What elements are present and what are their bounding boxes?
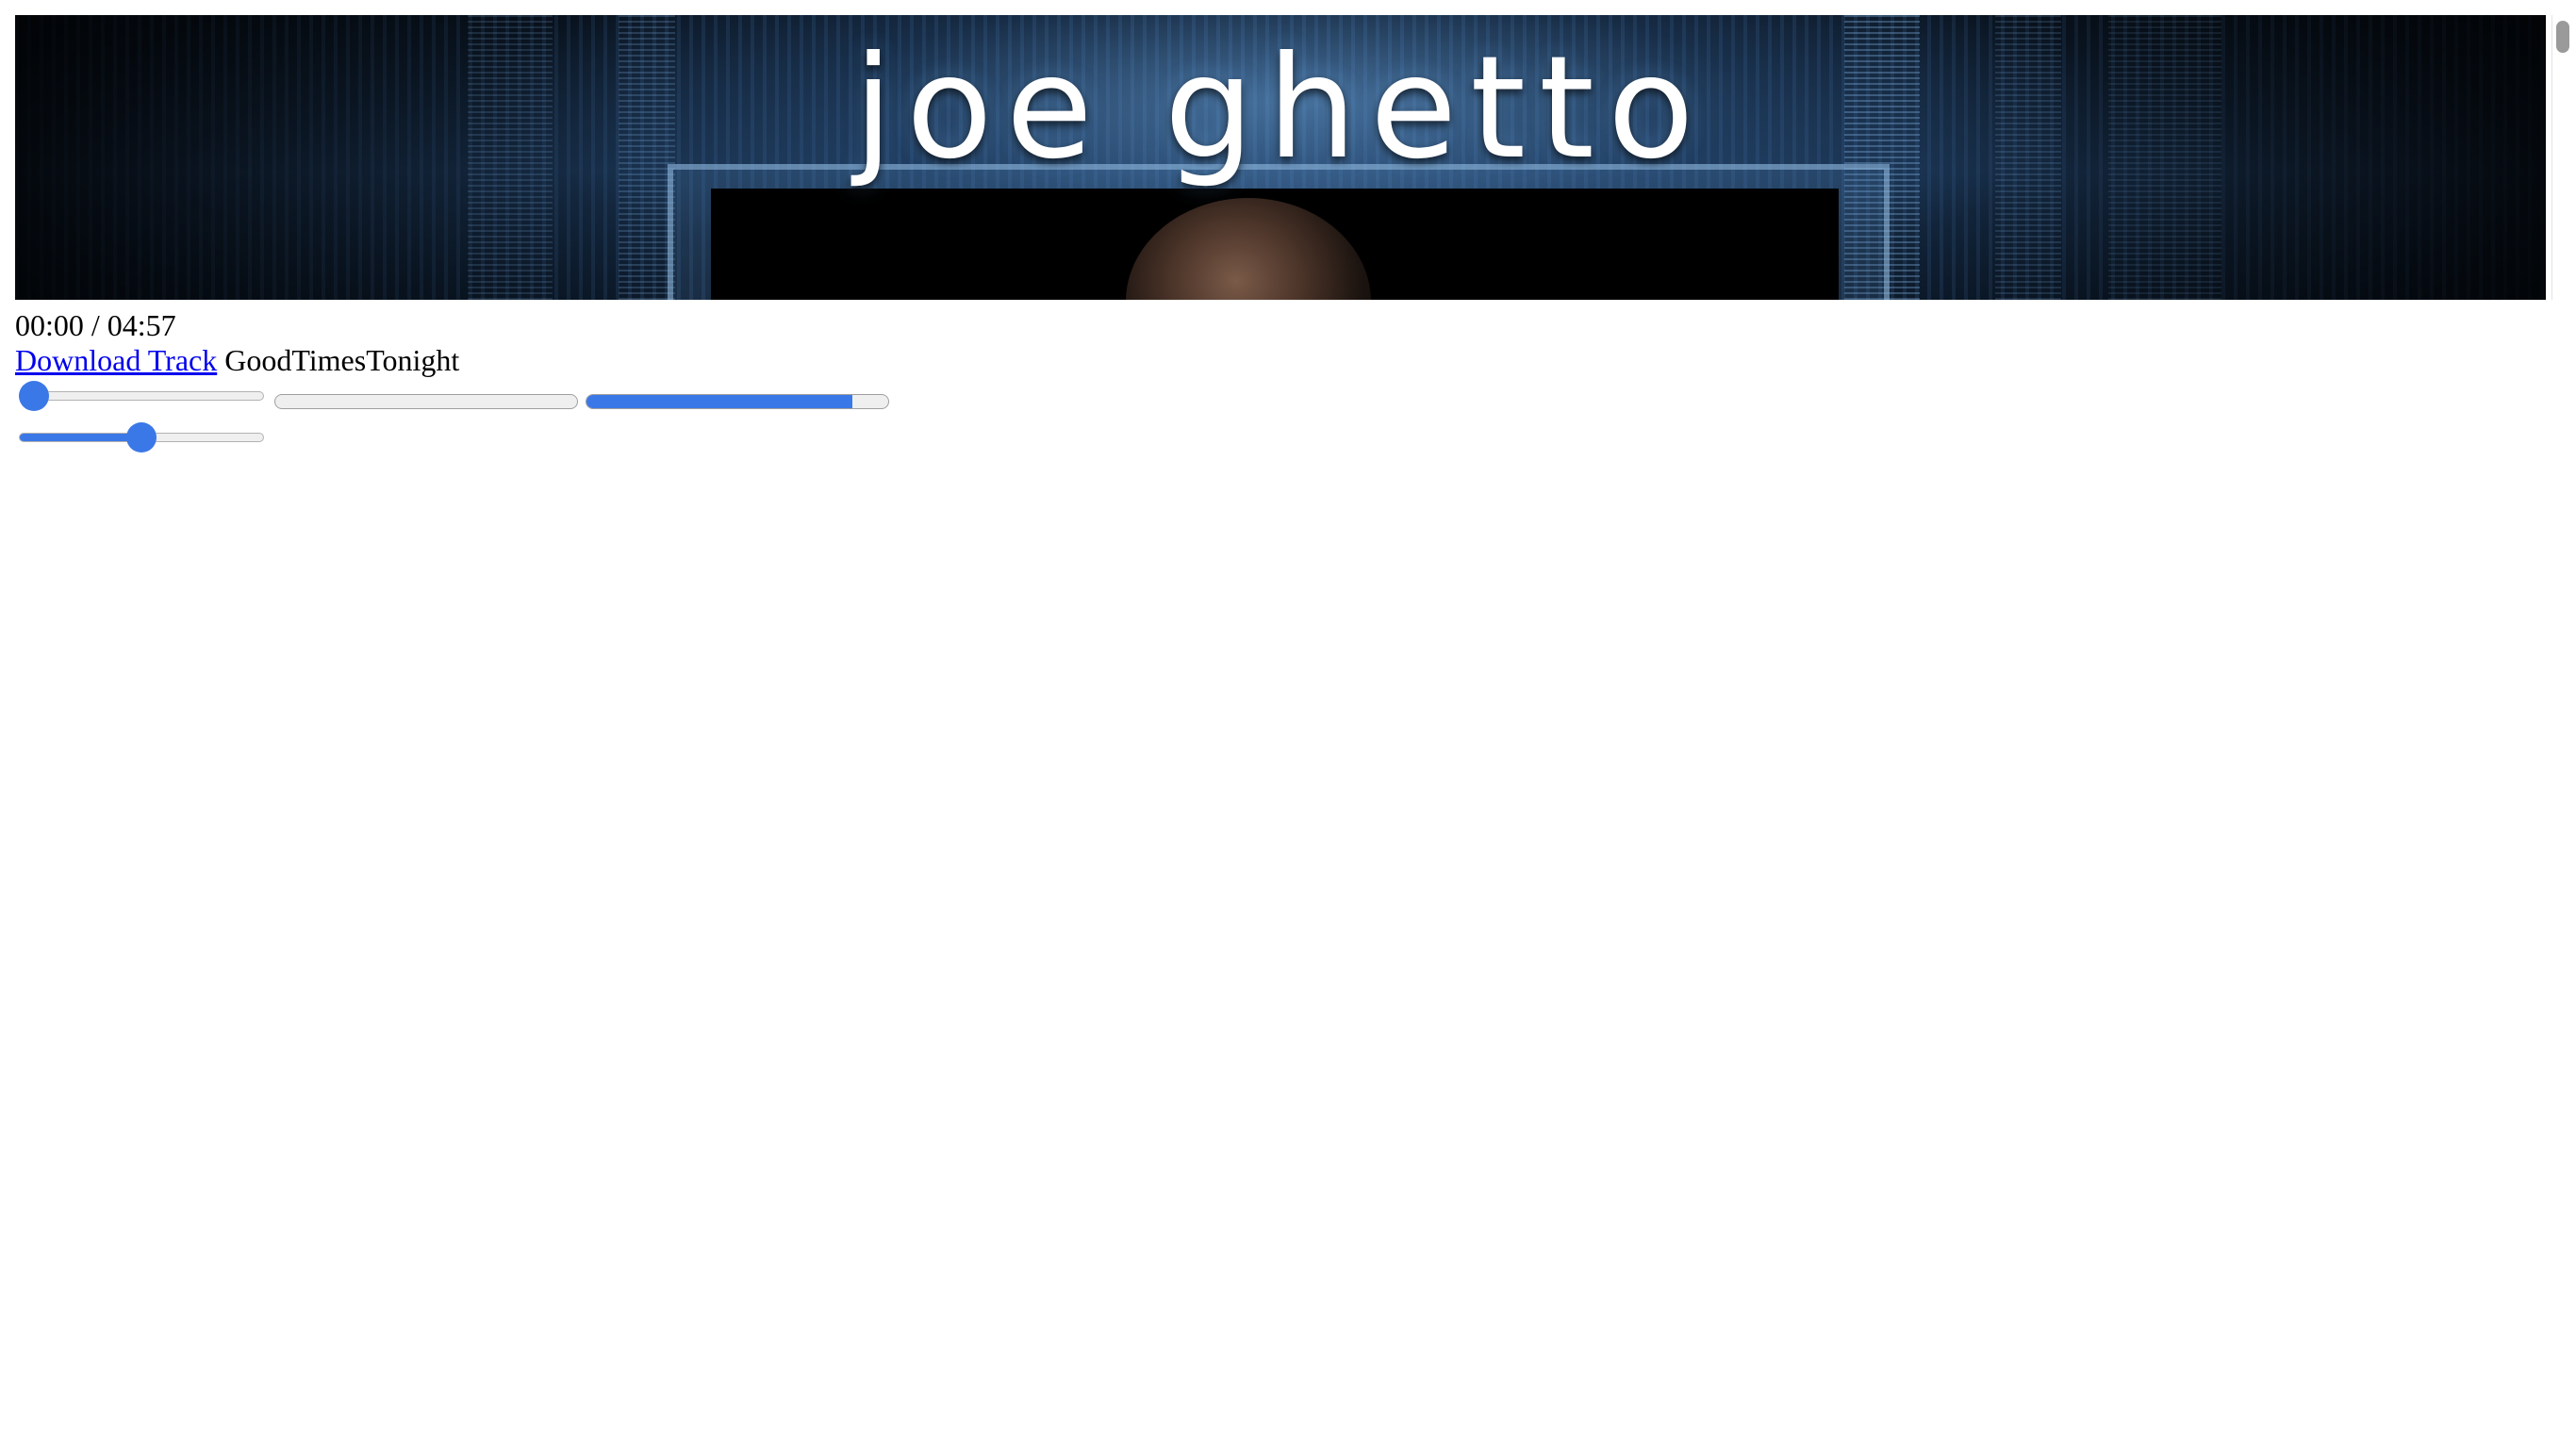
artist-portrait [1126, 198, 1371, 300]
volume-fill [20, 434, 141, 441]
seek-thumb[interactable] [19, 381, 49, 411]
download-track-link[interactable]: Download Track [15, 343, 217, 377]
seek-slider[interactable] [19, 381, 264, 411]
scrollbar-thumb[interactable] [2556, 21, 2569, 53]
volume-slider[interactable] [19, 422, 264, 452]
banner-scrollbar[interactable] [2551, 15, 2573, 300]
progress-fill [586, 395, 852, 408]
time-display: 00:00 / 04:57 [15, 308, 176, 342]
header-banner: joe ghetto [15, 15, 2546, 300]
track-info-row: Download Track GoodTimesTonight [15, 342, 459, 378]
volume-thumb[interactable] [126, 422, 157, 452]
progress-bar [586, 394, 889, 409]
seek-track [19, 391, 264, 401]
track-title: GoodTimesTonight [224, 343, 460, 377]
artist-logo: joe ghetto [853, 26, 1708, 190]
artist-photo [711, 189, 1839, 300]
progress-bar [274, 394, 578, 409]
